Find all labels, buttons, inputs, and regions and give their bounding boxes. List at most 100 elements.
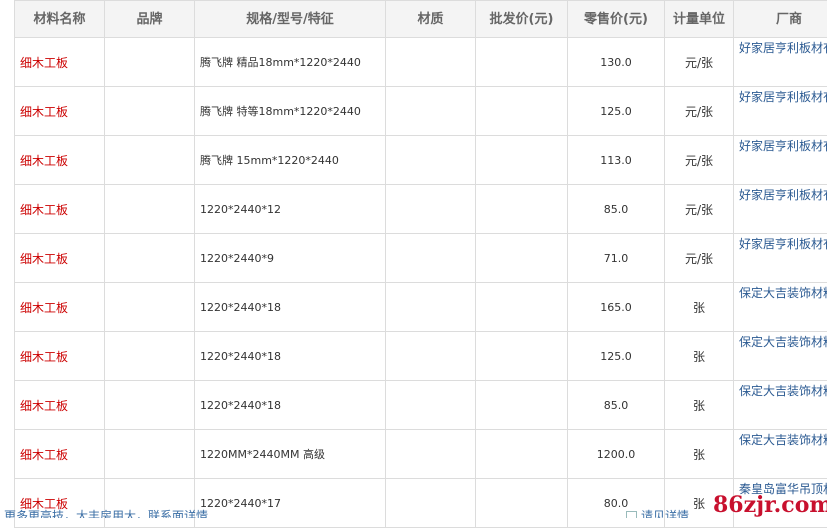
footer-bar: 更多更高技，大丰房用大，联系面详情 请见详情	[0, 506, 827, 518]
unit-cell: 张	[665, 283, 734, 332]
spec-cell: 1220*2440*17	[195, 479, 386, 528]
spec-cell: 腾飞牌 15mm*1220*2440	[195, 136, 386, 185]
table-row: 细木工板 1220*2440*9 71.0 元/张 好家居亨利板材有限公司庄配送…	[15, 234, 827, 283]
material-cell	[386, 479, 476, 528]
vendor-link[interactable]: 保定大吉装饰材料有限公司	[734, 332, 827, 381]
wholesale-cell	[476, 185, 568, 234]
brand-cell	[105, 381, 195, 430]
material-cell	[386, 332, 476, 381]
brand-cell	[105, 234, 195, 283]
material-name-link[interactable]: 细木工板	[15, 332, 105, 381]
unit-cell: 元/张	[665, 234, 734, 283]
retail-price-cell: 130.0	[568, 38, 665, 87]
vendor-link[interactable]: 保定大吉装饰材料有限公司	[734, 283, 827, 332]
spec-cell: 1220*2440*9	[195, 234, 386, 283]
unit-cell: 元/张	[665, 185, 734, 234]
table-row: 细木工板 腾飞牌 15mm*1220*2440 113.0 元/张 好家居亨利板…	[15, 136, 827, 185]
unit-cell: 张	[665, 332, 734, 381]
table-row: 细木工板 1220*2440*18 165.0 张 保定大吉装饰材料有限公司	[15, 283, 827, 332]
material-name-link[interactable]: 细木工板	[15, 430, 105, 479]
checkbox-icon	[626, 511, 637, 518]
wholesale-cell	[476, 283, 568, 332]
material-name-link[interactable]: 细木工板	[15, 479, 105, 528]
wholesale-cell	[476, 430, 568, 479]
unit-cell: 张	[665, 430, 734, 479]
table-row: 细木工板 1220MM*2440MM 高级 1200.0 张 保定大吉装饰材料有…	[15, 430, 827, 479]
wholesale-cell	[476, 332, 568, 381]
header-wholesale-price: 批发价(元)	[476, 1, 568, 38]
brand-cell	[105, 430, 195, 479]
unit-cell: 元/张	[665, 38, 734, 87]
material-name-link[interactable]: 细木工板	[15, 234, 105, 283]
material-cell	[386, 38, 476, 87]
header-material-name: 材料名称	[15, 1, 105, 38]
material-name-link[interactable]: 细木工板	[15, 381, 105, 430]
retail-price-cell: 85.0	[568, 381, 665, 430]
material-cell	[386, 283, 476, 332]
footer-detail-label: 请见详情	[641, 509, 689, 518]
vendor-link[interactable]: 好家居亨利板材有限公司庄配送中心	[734, 234, 827, 283]
spec-cell: 1220MM*2440MM 高级	[195, 430, 386, 479]
unit-cell: 元/张	[665, 87, 734, 136]
footer-link[interactable]: 更多更高技，大丰房用大，联系面详情	[4, 506, 208, 518]
retail-price-cell: 85.0	[568, 185, 665, 234]
retail-price-cell: 125.0	[568, 332, 665, 381]
retail-price-cell: 165.0	[568, 283, 665, 332]
header-retail-price: 零售价(元)	[568, 1, 665, 38]
wholesale-cell	[476, 87, 568, 136]
material-cell	[386, 430, 476, 479]
material-cell	[386, 381, 476, 430]
spec-cell: 1220*2440*12	[195, 185, 386, 234]
table-row: 细木工板 腾飞牌 特等18mm*1220*2440 125.0 元/张 好家居亨…	[15, 87, 827, 136]
unit-cell: 张	[665, 381, 734, 430]
header-unit: 计量单位	[665, 1, 734, 38]
footer-detail[interactable]: 请见详情	[626, 506, 689, 518]
material-cell	[386, 136, 476, 185]
header-material: 材质	[386, 1, 476, 38]
wholesale-cell	[476, 136, 568, 185]
material-name-link[interactable]: 细木工板	[15, 283, 105, 332]
spec-cell: 1220*2440*18	[195, 332, 386, 381]
table-row: 细木工板 1220*2440*18 125.0 张 保定大吉装饰材料有限公司	[15, 332, 827, 381]
table-row: 细木工板 腾飞牌 精品18mm*1220*2440 130.0 元/张 好家居亨…	[15, 38, 827, 87]
material-cell	[386, 87, 476, 136]
table-row: 细木工板 1220*2440*18 85.0 张 保定大吉装饰材料有限公司	[15, 381, 827, 430]
header-spec: 规格/型号/特征	[195, 1, 386, 38]
brand-cell	[105, 87, 195, 136]
retail-price-cell: 1200.0	[568, 430, 665, 479]
vendor-link[interactable]: 好家居亨利板材有限公司庄配送中心	[734, 185, 827, 234]
brand-cell	[105, 283, 195, 332]
material-cell	[386, 234, 476, 283]
vendor-link[interactable]: 好家居亨利板材有限公司庄配送中心	[734, 136, 827, 185]
retail-price-cell: 125.0	[568, 87, 665, 136]
spec-cell: 1220*2440*18	[195, 283, 386, 332]
retail-price-cell: 80.0	[568, 479, 665, 528]
site-watermark: 86zjr.com	[713, 492, 827, 518]
material-name-link[interactable]: 细木工板	[15, 136, 105, 185]
header-brand: 品牌	[105, 1, 195, 38]
header-vendor: 厂商	[734, 1, 827, 38]
unit-cell: 元/张	[665, 136, 734, 185]
wholesale-cell	[476, 38, 568, 87]
brand-cell	[105, 136, 195, 185]
material-name-link[interactable]: 细木工板	[15, 38, 105, 87]
vendor-link[interactable]: 保定大吉装饰材料有限公司	[734, 430, 827, 479]
brand-cell	[105, 479, 195, 528]
wholesale-cell	[476, 234, 568, 283]
material-name-link[interactable]: 细木工板	[15, 185, 105, 234]
material-name-link[interactable]: 细木工板	[15, 87, 105, 136]
vendor-link[interactable]: 好家居亨利板材有限公司庄配送中心	[734, 87, 827, 136]
brand-cell	[105, 332, 195, 381]
table-row: 细木工板 1220*2440*17 80.0 张 秦皇岛富华吊顶材料	[15, 479, 827, 528]
wholesale-cell	[476, 479, 568, 528]
material-cell	[386, 185, 476, 234]
table-header-row: 材料名称 品牌 规格/型号/特征 材质 批发价(元) 零售价(元) 计量单位 厂…	[15, 1, 827, 38]
spec-cell: 1220*2440*18	[195, 381, 386, 430]
vendor-link[interactable]: 好家居亨利板材有限公司庄配送中心	[734, 38, 827, 87]
spec-cell: 腾飞牌 特等18mm*1220*2440	[195, 87, 386, 136]
retail-price-cell: 71.0	[568, 234, 665, 283]
table-row: 细木工板 1220*2440*12 85.0 元/张 好家居亨利板材有限公司庄配…	[15, 185, 827, 234]
brand-cell	[105, 38, 195, 87]
vendor-link[interactable]: 保定大吉装饰材料有限公司	[734, 381, 827, 430]
brand-cell	[105, 185, 195, 234]
